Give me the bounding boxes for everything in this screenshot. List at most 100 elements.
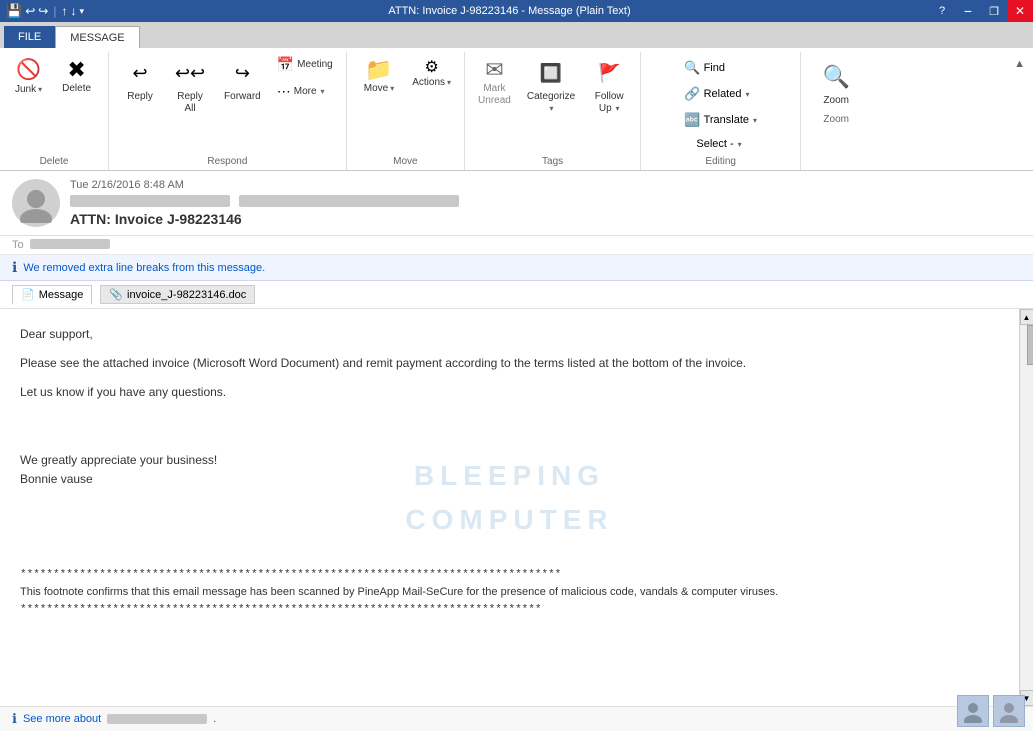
message-tab[interactable]: 📄 Message (12, 285, 92, 305)
main-content: Tue 2/16/2016 8:48 AM ATTN: Invoice J-98… (0, 171, 1033, 731)
move-arrow: ▾ (390, 84, 394, 93)
footer-avatar-2[interactable] (993, 695, 1025, 727)
sender-name-blurred (70, 195, 230, 207)
follow-up-button[interactable]: 🚩 FollowUp ▾ (586, 52, 632, 120)
more-arrow: ▾ (321, 87, 325, 96)
ribbon-collapse-button[interactable]: ▲ (1006, 52, 1033, 74)
email-to-row: To (0, 236, 1033, 255)
email-footer: ℹ See more about . (0, 706, 1033, 731)
ribbon-group-editing-content: 🔍 Find 🔗 Related ▾ 🔤 Translate ▾ (679, 52, 762, 154)
translate-arrow: ▾ (753, 116, 757, 125)
delete-button[interactable]: ✖ Delete (53, 52, 100, 99)
more-icon: ⋯ (277, 83, 291, 100)
email-body: BLEEPING COMPUTER Dear support, Please s… (0, 309, 1019, 706)
email-date: Tue 2/16/2016 8:48 AM (70, 179, 1021, 191)
ribbon-group-tags: ✉ MarkUnread 🔲 Categorize▾ 🚩 FollowUp ▾ … (465, 52, 641, 170)
recipient-blurred (30, 239, 110, 249)
select-button[interactable]: Select - ▾ (679, 135, 746, 153)
body-separator2: ****************************************… (20, 602, 999, 620)
qat-more-icon[interactable]: ▾ (79, 6, 84, 17)
footer-contact-blurred (107, 714, 207, 724)
sender-email-blurred (239, 195, 459, 207)
restore-button[interactable]: ❐ (981, 0, 1007, 22)
ribbon-group-move: 📁 Move ▾ ⚙ Actions ▾ Move (347, 52, 465, 170)
mark-unread-button[interactable]: ✉ MarkUnread (473, 52, 516, 112)
window-controls: ? − ❐ ✕ (929, 0, 1033, 22)
nav-up-icon[interactable]: ↑ (61, 4, 67, 18)
message-tab-icon: 📄 (21, 288, 35, 301)
email-subject: ATTN: Invoice J-98223146 (70, 211, 1021, 227)
email-header: Tue 2/16/2016 8:48 AM ATTN: Invoice J-98… (0, 171, 1033, 236)
to-label: To (12, 239, 24, 251)
categorize-button[interactable]: 🔲 Categorize▾ (520, 52, 582, 120)
save-icon[interactable]: 💾 (6, 3, 22, 19)
meeting-icon: 📅 (277, 56, 294, 73)
move-button[interactable]: 📁 Move ▾ (355, 52, 403, 99)
select-arrow: ▾ (738, 140, 742, 149)
tab-file[interactable]: FILE (4, 26, 55, 48)
undo-icon[interactable]: ↩ (25, 4, 35, 18)
more-button[interactable]: ⋯ More ▾ (272, 79, 338, 104)
body-closing1: We greatly appreciate your business! (20, 451, 999, 470)
email-meta: Tue 2/16/2016 8:48 AM ATTN: Invoice J-98… (70, 179, 1021, 227)
body-separator1: ****************************************… (20, 567, 999, 585)
editing-row-translate: 🔤 Translate ▾ (679, 108, 762, 132)
attachment-tab-label: invoice_J-98223146.doc (127, 289, 246, 301)
actions-button[interactable]: ⚙ Actions ▾ (407, 52, 456, 93)
zoom-button[interactable]: 🔍 Zoom (813, 56, 859, 112)
ribbon-group-move-content: 📁 Move ▾ ⚙ Actions ▾ (355, 52, 456, 154)
ribbon-group-delete-content: 🚫 Junk ▾ ✖ Delete (8, 52, 100, 154)
scrollbar-track: ▲ ▼ (1019, 309, 1033, 706)
attachment-icon: 📎 (109, 288, 123, 301)
ribbon-group-tags-content: ✉ MarkUnread 🔲 Categorize▾ 🚩 FollowUp ▾ (473, 52, 632, 154)
footer-period: . (213, 713, 216, 725)
ribbon-group-delete: 🚫 Junk ▾ ✖ Delete Delete (0, 52, 109, 170)
redo-icon[interactable]: ↪ (38, 4, 48, 18)
attachment-bar: 📄 Message 📎 invoice_J-98223146.doc (0, 281, 1033, 309)
footer-avatar-1[interactable] (957, 695, 989, 727)
footer-avatars (957, 695, 1025, 727)
respond-small-btns: 📅 Meeting ⋯ More ▾ (272, 52, 338, 104)
ribbon-group-respond-content: ↩ Reply ↩↩ ReplyAll ↪ Forward 📅 Meeting … (117, 52, 338, 154)
scrollbar-up-button[interactable]: ▲ (1020, 309, 1033, 325)
nav-down-icon[interactable]: ↓ (70, 4, 76, 18)
actions-arrow: ▾ (447, 78, 451, 87)
attachment-tab[interactable]: 📎 invoice_J-98223146.doc (100, 285, 255, 304)
related-button[interactable]: 🔗 Related ▾ (679, 83, 754, 105)
editing-row-select: Select - ▾ (679, 134, 746, 154)
minimize-button[interactable]: − (955, 0, 981, 22)
forward-button[interactable]: ↪ Forward (217, 52, 268, 108)
find-button[interactable]: 🔍 Find (679, 57, 730, 79)
reply-button[interactable]: ↩ Reply (117, 52, 163, 108)
meeting-button[interactable]: 📅 Meeting (272, 52, 338, 77)
title-bar: 💾 ↩ ↪ | ↑ ↓ ▾ ATTN: Invoice J-98223146 -… (0, 0, 1033, 22)
window-title: ATTN: Invoice J-98223146 - Message (Plai… (90, 5, 929, 17)
ribbon-group-editing: 🔍 Find 🔗 Related ▾ 🔤 Translate ▾ (641, 52, 801, 170)
translate-button[interactable]: 🔤 Translate ▾ (679, 109, 762, 131)
help-button[interactable]: ? (929, 0, 955, 22)
ribbon-group-zoom: 🔍 Zoom Zoom (801, 52, 871, 170)
body-greeting: Dear support, (20, 325, 999, 344)
close-button[interactable]: ✕ (1007, 0, 1033, 22)
related-arrow: ▾ (745, 90, 749, 99)
separator: | (53, 4, 56, 18)
avatar (12, 179, 60, 227)
info-icon-footer: ℹ (12, 711, 17, 727)
translate-icon: 🔤 (684, 112, 700, 128)
scrollbar-thumb[interactable] (1027, 325, 1033, 365)
junk-button[interactable]: 🚫 Junk ▾ (8, 52, 49, 100)
body-line1: Please see the attached invoice (Microso… (20, 354, 999, 373)
ribbon: 🚫 Junk ▾ ✖ Delete Delete ↩ Reply ↩↩ Repl… (0, 48, 1033, 171)
body-line2: Let us know if you have any questions. (20, 383, 999, 402)
editing-row-find: 🔍 Find (679, 56, 730, 80)
info-message: We removed extra line breaks from this m… (23, 262, 265, 274)
footer-prefix: See more about (23, 713, 101, 725)
info-bar: ℹ We removed extra line breaks from this… (0, 255, 1033, 281)
scroll-container: BLEEPING COMPUTER Dear support, Please s… (0, 309, 1033, 706)
editing-row-related: 🔗 Related ▾ (679, 82, 754, 106)
related-icon: 🔗 (684, 86, 700, 102)
tab-message[interactable]: MESSAGE (55, 26, 139, 48)
reply-all-button[interactable]: ↩↩ ReplyAll (167, 52, 213, 120)
ribbon-group-respond: ↩ Reply ↩↩ ReplyAll ↪ Forward 📅 Meeting … (109, 52, 347, 170)
email-from (70, 193, 1021, 207)
